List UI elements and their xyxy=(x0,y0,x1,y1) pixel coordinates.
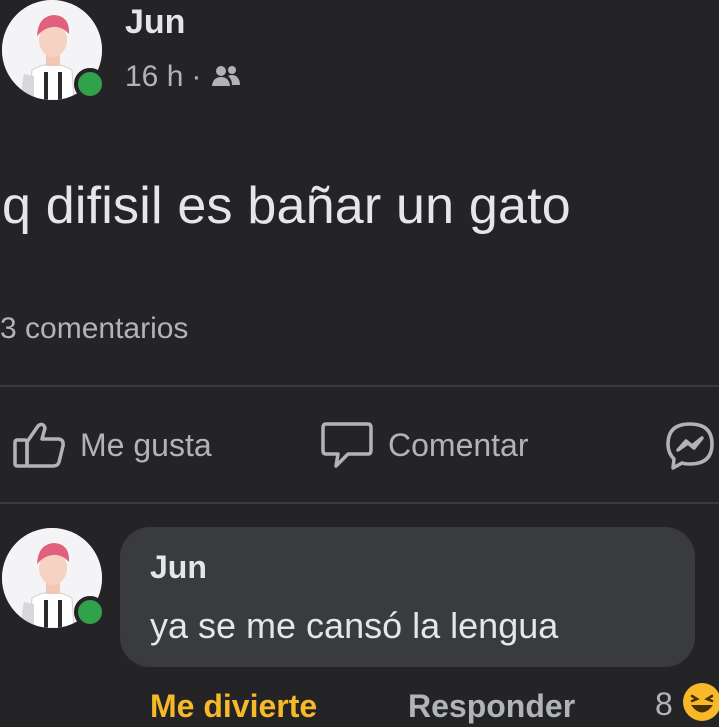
thumbs-up-icon xyxy=(12,420,66,470)
haha-emoji-icon xyxy=(682,682,719,722)
post-time[interactable]: 16 h xyxy=(125,60,183,94)
divider-bottom xyxy=(0,502,719,504)
reply-button[interactable]: Responder xyxy=(408,688,575,725)
comment-button[interactable]: Comentar xyxy=(320,420,529,470)
like-label: Me gusta xyxy=(80,426,212,463)
divider-top xyxy=(0,385,719,387)
like-button[interactable]: Me gusta xyxy=(12,420,212,470)
comment-label: Comentar xyxy=(388,426,529,463)
messenger-icon[interactable] xyxy=(664,420,716,472)
comment-text: ya se me cansó la lengua xyxy=(150,605,559,646)
comment-bubble: Jun ya se me cansó la lengua xyxy=(120,527,695,667)
comment-author-name[interactable]: Jun xyxy=(150,549,207,586)
post-meta: 16 h · xyxy=(125,60,243,94)
meta-separator: · xyxy=(191,60,202,93)
online-status-dot xyxy=(74,68,106,100)
reaction-count[interactable]: 8 xyxy=(655,686,673,723)
post-text: q difisil es bañar un gato xyxy=(2,177,571,235)
comments-count-link[interactable]: 3 comentarios xyxy=(0,312,188,346)
post-author-name[interactable]: Jun xyxy=(125,3,185,42)
reaction-label-button[interactable]: Me divierte xyxy=(150,688,317,725)
speech-bubble-icon xyxy=(320,420,374,470)
comment-online-status-dot xyxy=(74,596,106,628)
friends-icon[interactable] xyxy=(209,62,243,92)
